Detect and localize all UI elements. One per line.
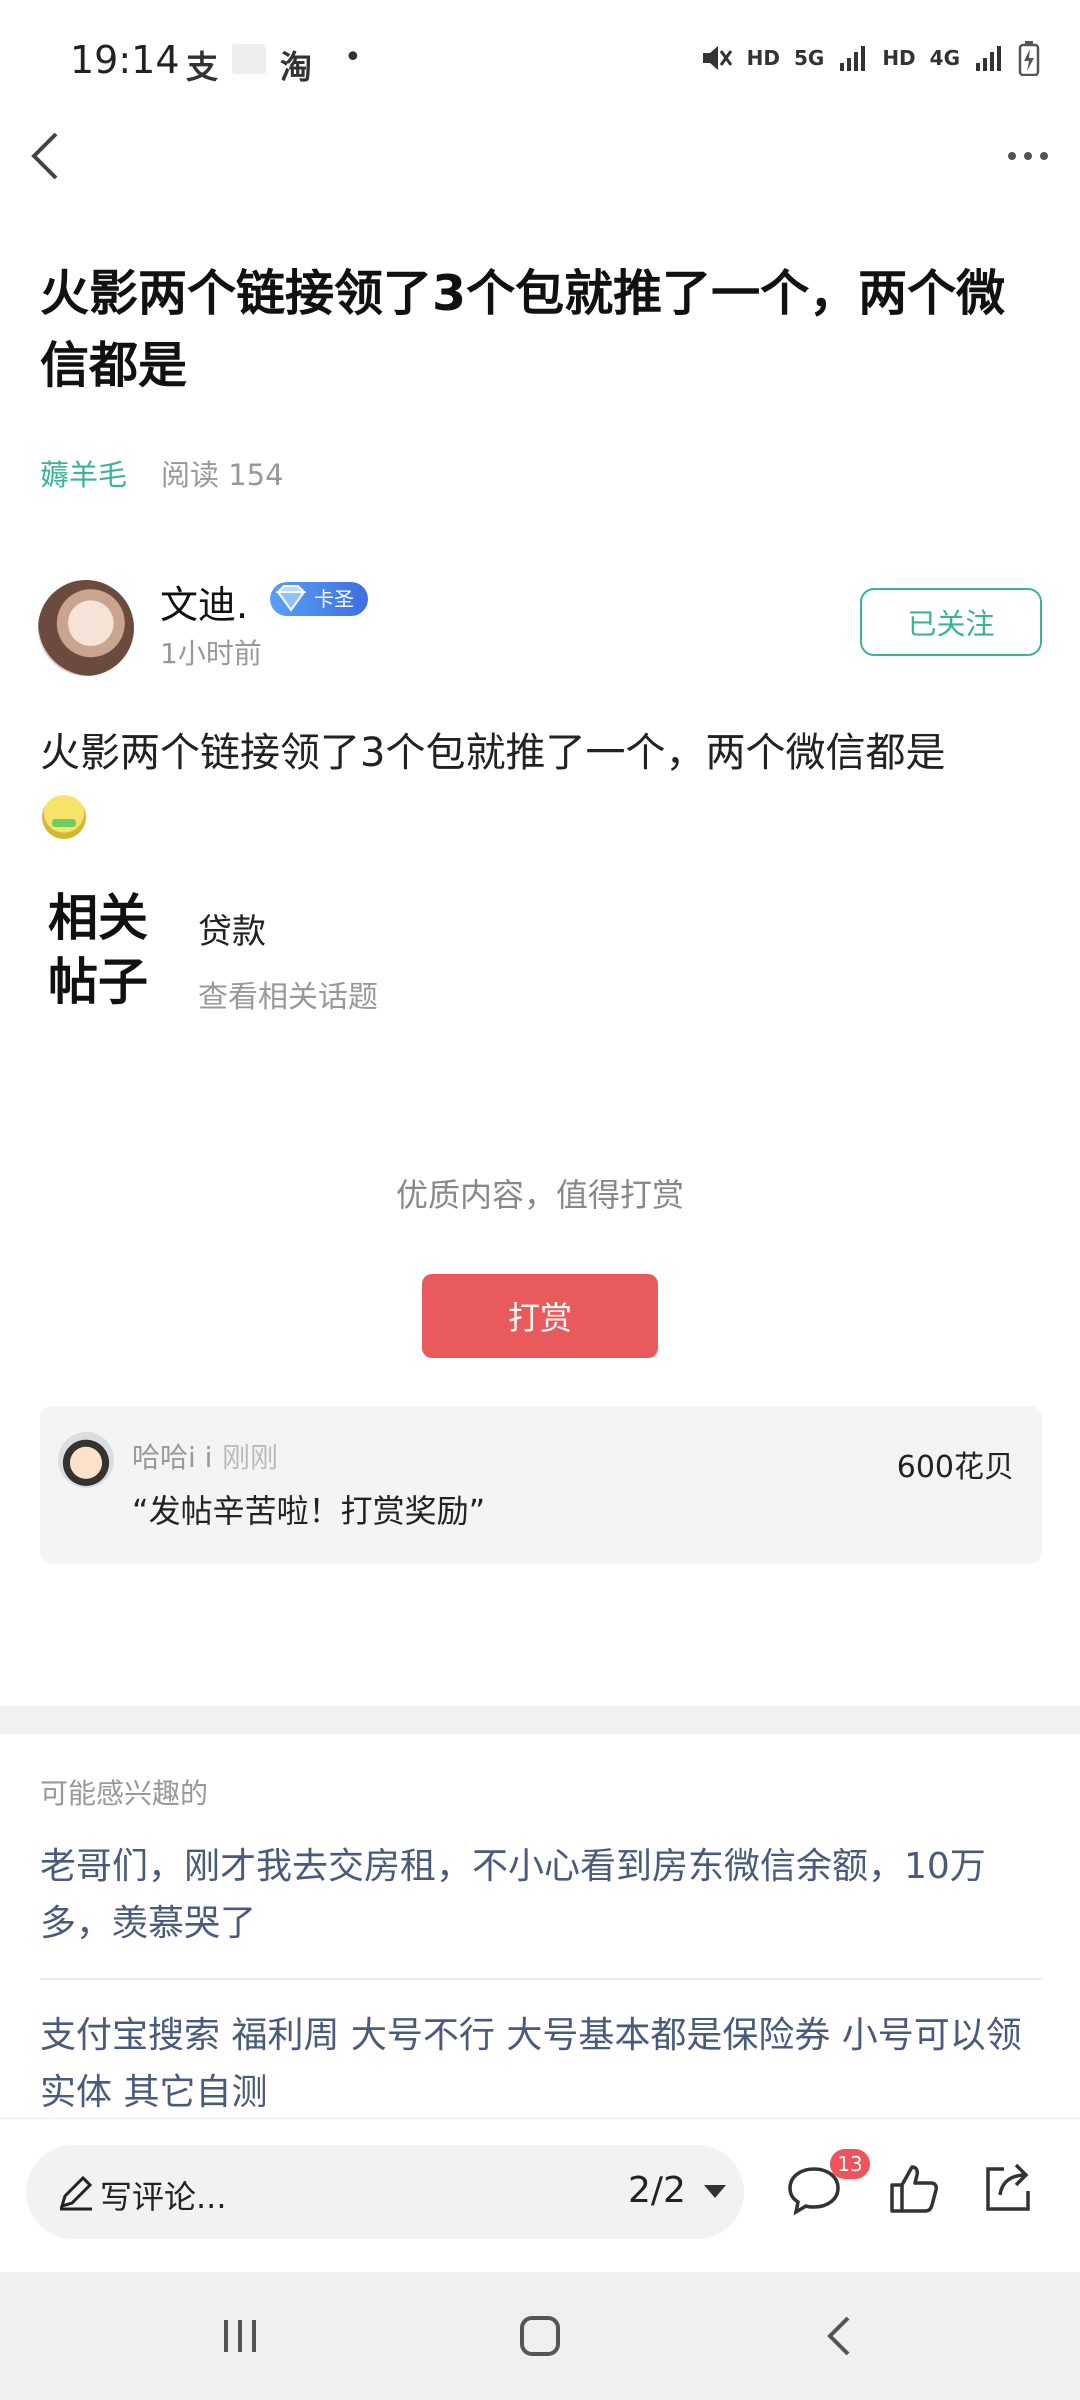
related-logo-line1: 相关 [48,888,148,947]
tipper-name[interactable]: 哈哈i i [132,1436,212,1476]
system-nav-bar [0,2272,1080,2400]
status-icons: HD 5G HD 4G [699,40,1040,76]
recent-apps-icon [224,2320,256,2352]
related-topic-title[interactable]: 贷款 [198,904,266,953]
more-dot [1040,152,1048,160]
tip-amount: 600花贝 [896,1450,1014,1485]
recommend-separator [40,1978,1042,1980]
read-count: 阅读 154 [161,458,284,492]
post-body: 火影两个链接领了3个包就推了一个，两个微信都是 [40,730,946,776]
post-time: 1小时前 [160,637,262,670]
tipper-avatar[interactable] [58,1432,114,1488]
post-meta: 薅羊毛 阅读 154 [40,452,284,494]
home-icon [520,2316,560,2356]
status-dot: • [344,40,362,75]
recommend-item[interactable]: 支付宝搜索 福利周 大号不行 大号基本都是保险券 小号可以领实体 其它自测 [40,2007,1040,2121]
more-button[interactable] [998,126,1058,186]
hd-label-1: HD [746,46,780,70]
caret-down-icon[interactable] [704,2185,726,2198]
related-topic-link[interactable]: 查看相关话题 [198,972,378,1016]
author-name[interactable]: 文迪. [160,574,248,629]
back-button[interactable] [22,126,70,186]
more-dot [1024,152,1032,160]
back-arrow-icon [827,2316,850,2356]
share-icon[interactable] [978,2159,1036,2217]
author-badge: 卡圣 [270,582,368,616]
related-posts-logo: 相关 帖子 [48,886,168,1014]
system-back-button[interactable] [780,2272,900,2400]
comment-placeholder: 写评论... [100,2178,227,2216]
comment-input[interactable]: 写评论... 2/2 [26,2145,744,2239]
hd-label-2: HD [882,46,916,70]
diamond-icon [275,585,307,612]
tip-message: “发帖辛苦啦！打赏奖励” [132,1492,486,1530]
follow-button[interactable]: 已关注 [860,588,1042,656]
recommend-item[interactable]: 老哥们，刚才我去交房租，不小心看到房东微信余额，10万多，羡慕哭了 [40,1838,1040,1952]
4g-label: 4G [929,46,960,70]
comment-count-badge: 13 [830,2149,870,2179]
author-avatar[interactable] [38,580,134,676]
recent-apps-button[interactable] [180,2272,300,2400]
status-app-icon-alipay: 支 [186,48,219,86]
category-tag[interactable]: 薅羊毛 [40,452,127,494]
status-app-icon-taobao: 淘 [280,48,313,86]
reward-button[interactable]: 打赏 [422,1274,658,1358]
status-app-icon-blank [232,44,266,74]
pencil-icon [59,2175,93,2211]
signal-icon-1 [840,46,866,71]
related-logo-line2: 帖子 [48,952,148,1011]
home-button[interactable] [480,2272,600,2400]
reward-prompt: 优质内容，值得打赏 [395,1176,684,1214]
page-indicator[interactable]: 2/2 [628,2170,686,2211]
thumbs-up-icon[interactable] [886,2159,944,2217]
mute-icon [702,46,732,70]
emoji-face-icon [42,795,86,839]
battery-icon [1018,41,1040,76]
badge-label: 卡圣 [314,587,354,611]
chevron-left-icon [31,132,58,180]
section-divider [0,1706,1080,1734]
reward-record-card: 哈哈i i 刚刚 600花贝 “发帖辛苦啦！打赏奖励” [40,1406,1042,1564]
5g-label: 5G [793,46,825,70]
tipper-time: 刚刚 [222,1441,279,1474]
more-dots-icon [1008,152,1016,160]
bottom-action-bar: 写评论... 2/2 13 [0,2118,1080,2273]
recommend-heading: 可能感兴趣的 [40,1777,209,1810]
status-time: 19:14 [70,38,180,82]
signal-icon-2 [976,46,1001,71]
post-title: 火影两个链接领了3个包就推了一个，两个微信都是 [40,265,1006,394]
